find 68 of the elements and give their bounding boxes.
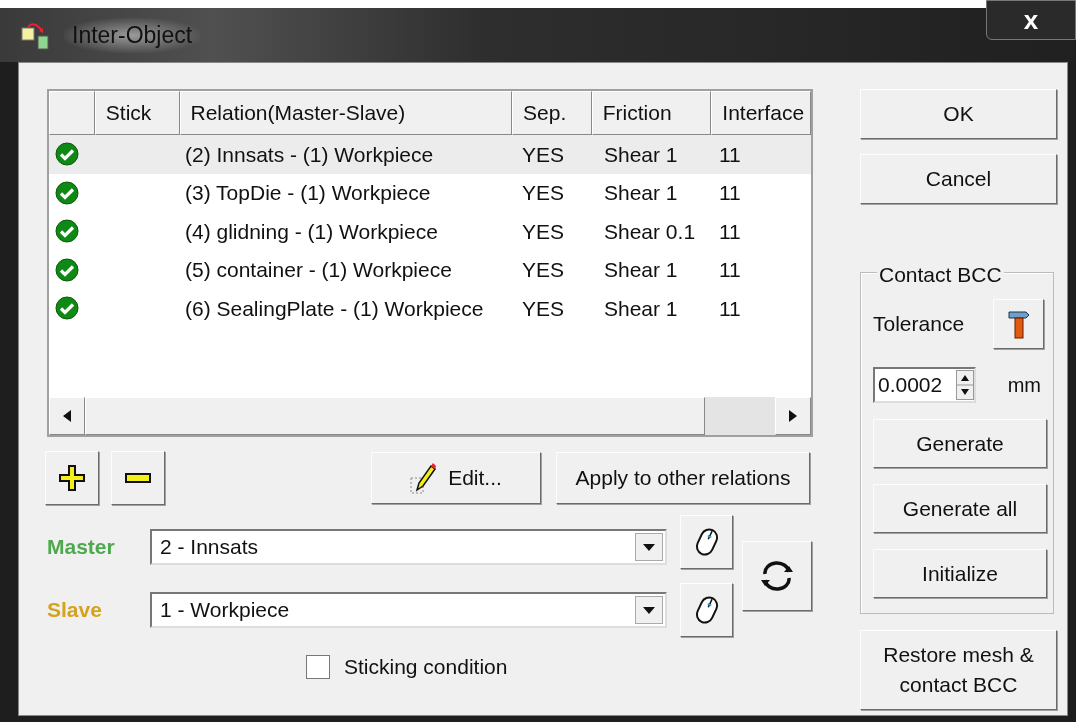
table-cell-text: Shear 0.1 [603, 218, 697, 245]
check-icon [55, 257, 79, 282]
checkbox[interactable] [306, 654, 330, 679]
scrollbar-thumb[interactable] [85, 397, 705, 435]
tolerance-spinbox[interactable]: 0.0002 [873, 367, 976, 403]
restore-button[interactable]: Restore mesh & contact BCC [860, 630, 1057, 710]
checkbox-label: Sticking condition [344, 654, 508, 680]
unit-label: mm [1007, 373, 1041, 398]
check-icon [55, 180, 79, 205]
pick-button[interactable] [680, 515, 733, 569]
remove-button[interactable] [111, 451, 165, 505]
bcc-button[interactable]: Generate all [873, 484, 1047, 533]
table-cell-text: 11 [718, 218, 742, 245]
column-header[interactable]: Sep. [512, 91, 592, 135]
table-cell-text: YES [521, 180, 566, 206]
check-icon [55, 219, 79, 244]
table-cell-text: (2) Innsats - (1) Workpiece [184, 141, 435, 168]
table-cell-text: Shear 1 [603, 295, 679, 322]
table-cell-text: 11 [718, 180, 742, 206]
table-cell-text: Shear 1 [603, 180, 679, 206]
check-icon [55, 296, 79, 321]
table-cell-text: YES [521, 218, 566, 245]
ok-button[interactable]: OK [860, 89, 1057, 139]
table-cell-text: (5) container - (1) Workpiece [184, 257, 453, 283]
swap-button[interactable] [742, 541, 812, 611]
table-cell-text: YES [521, 295, 566, 322]
column-header[interactable]: Interface [711, 91, 811, 135]
caret-icon [643, 543, 655, 551]
column-header[interactable]: Stick [94, 91, 180, 135]
tolerance-label: Tolerance [873, 311, 965, 338]
table-cell-text: YES [521, 141, 566, 168]
check-icon [55, 142, 79, 167]
swap-icon [759, 561, 795, 591]
apply-button[interactable]: Apply to other relations [556, 452, 810, 504]
horizontal-scrollbar[interactable] [49, 397, 811, 435]
dropdown-field[interactable]: 2 - Innsats [150, 529, 667, 565]
minus-icon [125, 473, 151, 483]
bcc-button[interactable]: Initialize [873, 549, 1047, 598]
pencil-icon [410, 462, 437, 494]
table-cell-text: (3) TopDie - (1) Workpiece [184, 180, 432, 206]
column-header[interactable]: Relation(Master-Slave) [179, 91, 513, 135]
field-label: Master [47, 534, 116, 561]
pick-button[interactable] [680, 583, 733, 637]
plus-icon [59, 465, 85, 491]
table-row[interactable]: (2) Innsats - (1) Workpiece YES Shear 1 11 [49, 135, 811, 174]
hammer-icon [1007, 308, 1030, 340]
dropdown-field[interactable]: 1 - Workpiece [150, 592, 667, 628]
close-button[interactable]: x [986, 0, 1076, 40]
table-cell-text: 11 [718, 257, 742, 283]
spin-arrows-icon [955, 370, 974, 400]
caret-icon [643, 606, 655, 614]
table-cell-text: (6) SealingPlate - (1) Workpiece [184, 295, 485, 322]
cancel-button[interactable]: Cancel [860, 154, 1057, 204]
field-label: Slave [47, 597, 103, 624]
table-cell-text: (4) glidning - (1) Workpiece [184, 218, 439, 245]
bcc-button[interactable]: Generate [873, 419, 1047, 468]
right-arrow-icon [789, 410, 797, 422]
add-button[interactable] [45, 451, 99, 505]
edit-button[interactable]: Edit... [371, 452, 541, 504]
column-header[interactable]: Friction [591, 91, 712, 135]
table-cell-text: Shear 1 [603, 257, 679, 283]
table-cell-text: 11 [718, 295, 742, 322]
hammer-button[interactable] [993, 299, 1044, 349]
left-arrow-icon [63, 410, 71, 422]
table-cell-text: YES [521, 257, 566, 283]
window-title: Inter-Object [64, 18, 201, 53]
table-cell-text: Shear 1 [603, 141, 679, 168]
table-cell-text: 11 [718, 141, 742, 168]
